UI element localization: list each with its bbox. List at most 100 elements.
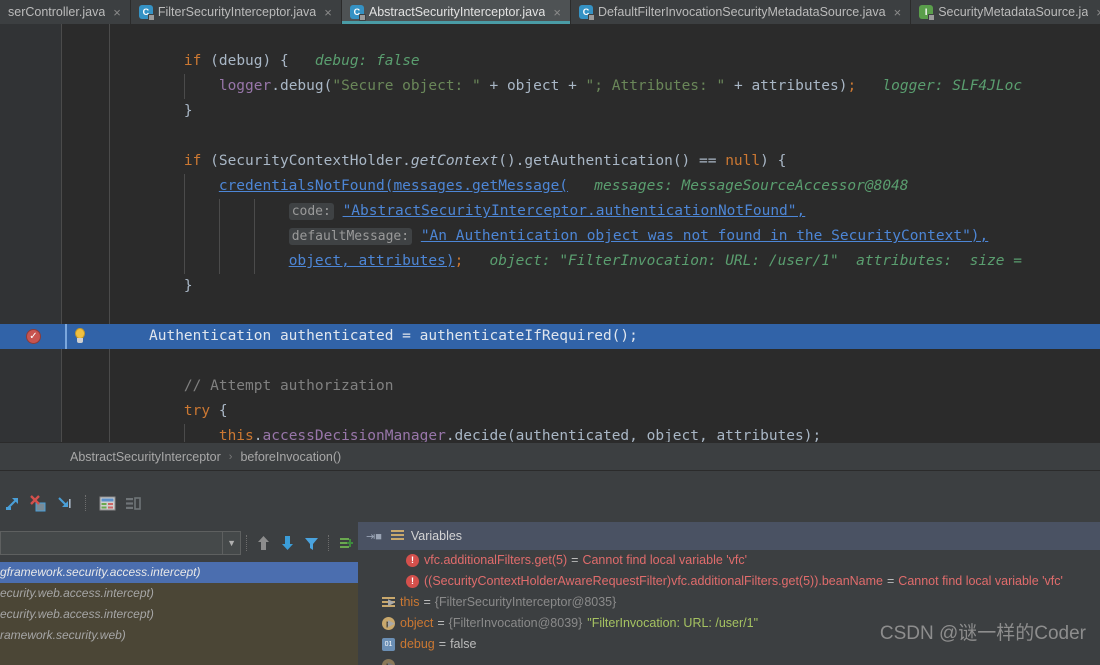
editor-line-number-gutter[interactable] — [63, 24, 110, 442]
editor-tab-4[interactable]: ISecurityMetadataSource.ja × — [911, 0, 1100, 24]
editor-tab-2[interactable]: C AbstractSecurityInterceptor.java × — [341, 0, 571, 24]
evaluate-expression-icon[interactable] — [97, 493, 117, 513]
breadcrumb-separator-icon: › — [228, 450, 233, 463]
code-line[interactable] — [111, 299, 1100, 324]
variables-tab-header[interactable]: ⇥■ Variables — [358, 522, 1100, 550]
code-line[interactable]: } — [111, 99, 1100, 124]
breadcrumb-method[interactable]: beforeInvocation() — [240, 450, 341, 464]
indent-guide — [254, 199, 255, 224]
variable-row[interactable]: ▶ this = {FilterSecurityInterceptor@8035} — [358, 592, 1100, 613]
code-token: object — [506, 78, 560, 94]
step-into-icon[interactable] — [54, 493, 74, 513]
code-token: { — [210, 403, 228, 419]
code-line[interactable]: code: "AbstractSecurityInterceptor.authe… — [111, 199, 1100, 224]
chevron-down-icon[interactable]: ▼ — [222, 532, 240, 554]
code-token: .debug( — [271, 78, 333, 94]
code-token: null — [725, 153, 761, 169]
pin-tab-icon[interactable]: ⇥■ — [366, 530, 382, 543]
current-execution-line[interactable]: Authentication authenticated = authentic… — [0, 324, 1100, 349]
code-line[interactable] — [111, 24, 1100, 49]
code-line[interactable]: if (SecurityContextHolder.getContext().g… — [111, 149, 1100, 174]
close-icon[interactable]: × — [1093, 6, 1100, 19]
close-icon[interactable]: × — [550, 6, 561, 19]
code-line[interactable]: defaultMessage: "An Authentication objec… — [111, 224, 1100, 249]
indent-guide — [219, 224, 220, 249]
error-icon: ! — [406, 554, 419, 567]
indent-guide — [184, 199, 185, 224]
code-line[interactable]: object, attributes); object: "FilterInvo… — [111, 249, 1100, 274]
editor-tab-3[interactable]: C DefaultFilterInvocationSecurityMetadata… — [571, 0, 912, 24]
equals-sign: = — [423, 595, 431, 609]
code-line[interactable]: if (debug) { debug: false — [111, 49, 1100, 74]
primitive-icon: 01 — [382, 638, 395, 651]
add-watch-icon[interactable] — [334, 530, 358, 556]
class-icon: C — [349, 5, 366, 21]
frame-list-item[interactable]: ecurity.web.access.intercept) — [0, 604, 358, 625]
force-step-over-icon[interactable] — [28, 493, 48, 513]
watch-error-row[interactable]: ! ((SecurityContextHolderAwareRequestFilt… — [358, 571, 1100, 592]
code-token: if — [183, 153, 202, 169]
frames-down-icon[interactable] — [276, 530, 300, 556]
breadcrumb-class[interactable]: AbstractSecurityInterceptor — [70, 450, 221, 464]
intention-bulb-icon[interactable] — [73, 328, 87, 345]
code-token: debug: false — [288, 53, 420, 69]
chevron-right-icon[interactable]: ▶ — [388, 655, 398, 665]
code-line[interactable]: // Attempt authorization — [111, 374, 1100, 399]
indent-guide — [184, 174, 185, 199]
watch-error-row[interactable]: ! vfc.additionalFilters.get(5) = Cannot fin… — [358, 550, 1100, 571]
variable-type: {FilterSecurityInterceptor@8035} — [434, 595, 617, 609]
code-line[interactable] — [111, 124, 1100, 149]
code-token: getContext — [410, 153, 499, 169]
code-line[interactable]: } — [111, 274, 1100, 299]
close-icon[interactable]: × — [891, 6, 902, 19]
variable-name: vfc.additionalFilters.get(5) — [424, 553, 568, 567]
chevron-right-icon[interactable]: ▶ — [388, 592, 398, 613]
toolbar-separator — [85, 495, 86, 511]
frame-list-item[interactable]: ramework.security.web) — [0, 625, 358, 646]
code-token: object: "FilterInvocation: URL: /user/1"… — [463, 253, 1022, 269]
frames-list: gframework.security.access.intercept) ecu… — [0, 562, 358, 665]
close-icon[interactable]: × — [110, 6, 121, 19]
frames-toolbar: ▼ — [0, 528, 358, 558]
debugger-toolbar — [0, 470, 1100, 522]
code-line[interactable]: try { — [111, 399, 1100, 424]
variable-row-clipped[interactable]: ▶p — [358, 655, 1100, 665]
frames-up-icon[interactable] — [252, 530, 276, 556]
code-token: ) { — [262, 53, 289, 69]
variable-value: false — [450, 637, 477, 651]
indent-guide — [219, 249, 220, 274]
lock-icon — [587, 14, 595, 21]
code-line[interactable] — [111, 349, 1100, 374]
code-line[interactable]: logger.debug("Secure object: " + object … — [111, 74, 1100, 99]
frame-list-item[interactable]: ecurity.web.access.intercept) — [0, 583, 358, 604]
close-icon[interactable]: × — [321, 6, 332, 19]
code-token: defaultMessage: — [288, 228, 413, 245]
editor-gutter-annotations[interactable] — [0, 24, 62, 442]
layout-settings-icon[interactable] — [123, 493, 143, 513]
code-token: this — [218, 428, 254, 442]
code-line[interactable]: this.accessDecisionManager.decide(authen… — [111, 424, 1100, 442]
editor-tab-label: AbstractSecurityInterceptor.java — [368, 5, 546, 19]
code-token: ) { — [760, 153, 787, 169]
editor-tab-0[interactable]: serController.java × — [0, 0, 131, 24]
chevron-right-icon[interactable]: ▶ — [388, 613, 398, 634]
thread-selector-combo[interactable]: ▼ — [0, 531, 242, 555]
variable-error-value: Cannot find local variable 'vfc' — [582, 553, 748, 567]
code-line[interactable]: credentialsNotFound(messages.getMessage(… — [111, 174, 1100, 199]
frame-list-item[interactable]: gframework.security.access.intercept) — [0, 562, 358, 583]
editor-tab-bar: serController.java × C FilterSecurityInterc… — [0, 0, 1100, 24]
code-token: logger — [218, 78, 272, 94]
breakpoint-icon[interactable]: ✓ — [26, 329, 41, 344]
filter-icon[interactable] — [300, 530, 324, 556]
code-token: ; — [847, 78, 857, 94]
code-token: messages: MessageSourceAccessor@8048 — [568, 178, 909, 194]
editor-tab-1[interactable]: C FilterSecurityInterceptor.java × — [131, 0, 342, 24]
error-icon: ! — [406, 575, 419, 588]
variable-name: object — [400, 616, 434, 630]
editor-code-pane[interactable]: if (debug) { debug: false logger.debug("… — [111, 24, 1100, 442]
variable-string-value: "FilterInvocation: URL: /user/1" — [587, 616, 759, 630]
code-token: // Attempt authorization — [183, 378, 394, 394]
step-out-icon[interactable] — [2, 493, 22, 513]
code-editor[interactable]: if (debug) { debug: false logger.debug("… — [0, 24, 1100, 442]
